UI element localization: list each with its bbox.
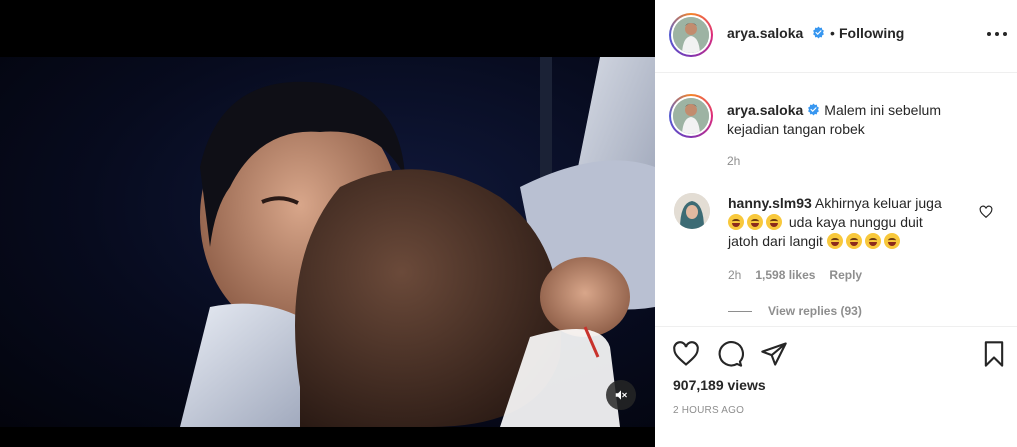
reply-button[interactable]: Reply bbox=[829, 268, 862, 282]
view-replies-label[interactable]: View replies (93) bbox=[768, 304, 862, 318]
comment-icon[interactable] bbox=[716, 340, 744, 368]
comments-section: arya.saloka Malem ini sebelum kejadian t… bbox=[655, 74, 1017, 327]
commenter-avatar-image bbox=[674, 193, 710, 229]
view-replies-button[interactable]: View replies (93) bbox=[728, 304, 862, 318]
author-username[interactable]: arya.saloka bbox=[727, 25, 803, 41]
comment-body: hanny.slm93 Akhirnya keluar juga uda kay… bbox=[728, 194, 973, 251]
action-bar bbox=[655, 330, 1017, 376]
speaker-muted-icon bbox=[615, 390, 627, 400]
verified-badge-icon bbox=[808, 103, 820, 116]
author-avatar[interactable] bbox=[669, 13, 713, 57]
comment-text-line1: Akhirnya keluar juga bbox=[814, 195, 942, 211]
post-caption: arya.saloka Malem ini sebelum kejadian t… bbox=[727, 101, 982, 139]
bookmark-icon[interactable] bbox=[980, 340, 1008, 368]
verified-badge-icon bbox=[812, 26, 824, 39]
view-count[interactable]: 907,189 views bbox=[673, 377, 766, 393]
more-options-icon[interactable] bbox=[987, 24, 1007, 44]
video-frame[interactable] bbox=[0, 57, 655, 427]
following-button[interactable]: Following bbox=[839, 25, 904, 41]
post-header: arya.saloka • Following bbox=[655, 0, 1017, 73]
comment-like-heart-icon[interactable] bbox=[979, 205, 993, 219]
header-username-wrap: arya.saloka bbox=[727, 25, 825, 43]
paper-plane-icon[interactable] bbox=[760, 340, 788, 368]
caption-avatar-image bbox=[673, 98, 709, 134]
comment-likes[interactable]: 1,598 likes bbox=[755, 268, 815, 282]
view-replies-line bbox=[728, 310, 752, 312]
grinning-emoji-icon bbox=[845, 233, 862, 249]
caption-author-avatar[interactable] bbox=[669, 94, 713, 138]
commenter-avatar[interactable] bbox=[674, 193, 710, 229]
comment-text-line2: uda kaya nunggu duit bbox=[788, 214, 923, 230]
caption-timestamp[interactable]: 2h bbox=[727, 154, 740, 168]
grinning-emoji-icon bbox=[883, 233, 900, 249]
comment-text-line3: jatoh dari langit bbox=[728, 233, 823, 249]
rofl-emoji-icon bbox=[766, 214, 782, 230]
video-still bbox=[180, 57, 655, 427]
post-video[interactable] bbox=[0, 0, 655, 447]
rofl-emoji-icon bbox=[728, 214, 744, 230]
mute-button[interactable] bbox=[606, 380, 636, 410]
post-side-panel: arya.saloka • Following arya.saloka Male… bbox=[655, 0, 1017, 447]
author-avatar-image bbox=[673, 17, 709, 53]
caption-username[interactable]: arya.saloka bbox=[727, 102, 803, 118]
commenter-username[interactable]: hanny.slm93 bbox=[728, 195, 812, 211]
comment-timestamp[interactable]: 2h bbox=[728, 268, 741, 282]
grinning-emoji-icon bbox=[826, 233, 843, 249]
grinning-emoji-icon bbox=[864, 233, 881, 249]
heart-icon[interactable] bbox=[672, 340, 700, 368]
follow-separator: • bbox=[830, 25, 835, 41]
post-timestamp[interactable]: 2 HOURS AGO bbox=[673, 405, 744, 416]
rofl-emoji-icon bbox=[747, 214, 763, 230]
comment-meta: 2h 1,598 likes Reply bbox=[728, 268, 862, 282]
